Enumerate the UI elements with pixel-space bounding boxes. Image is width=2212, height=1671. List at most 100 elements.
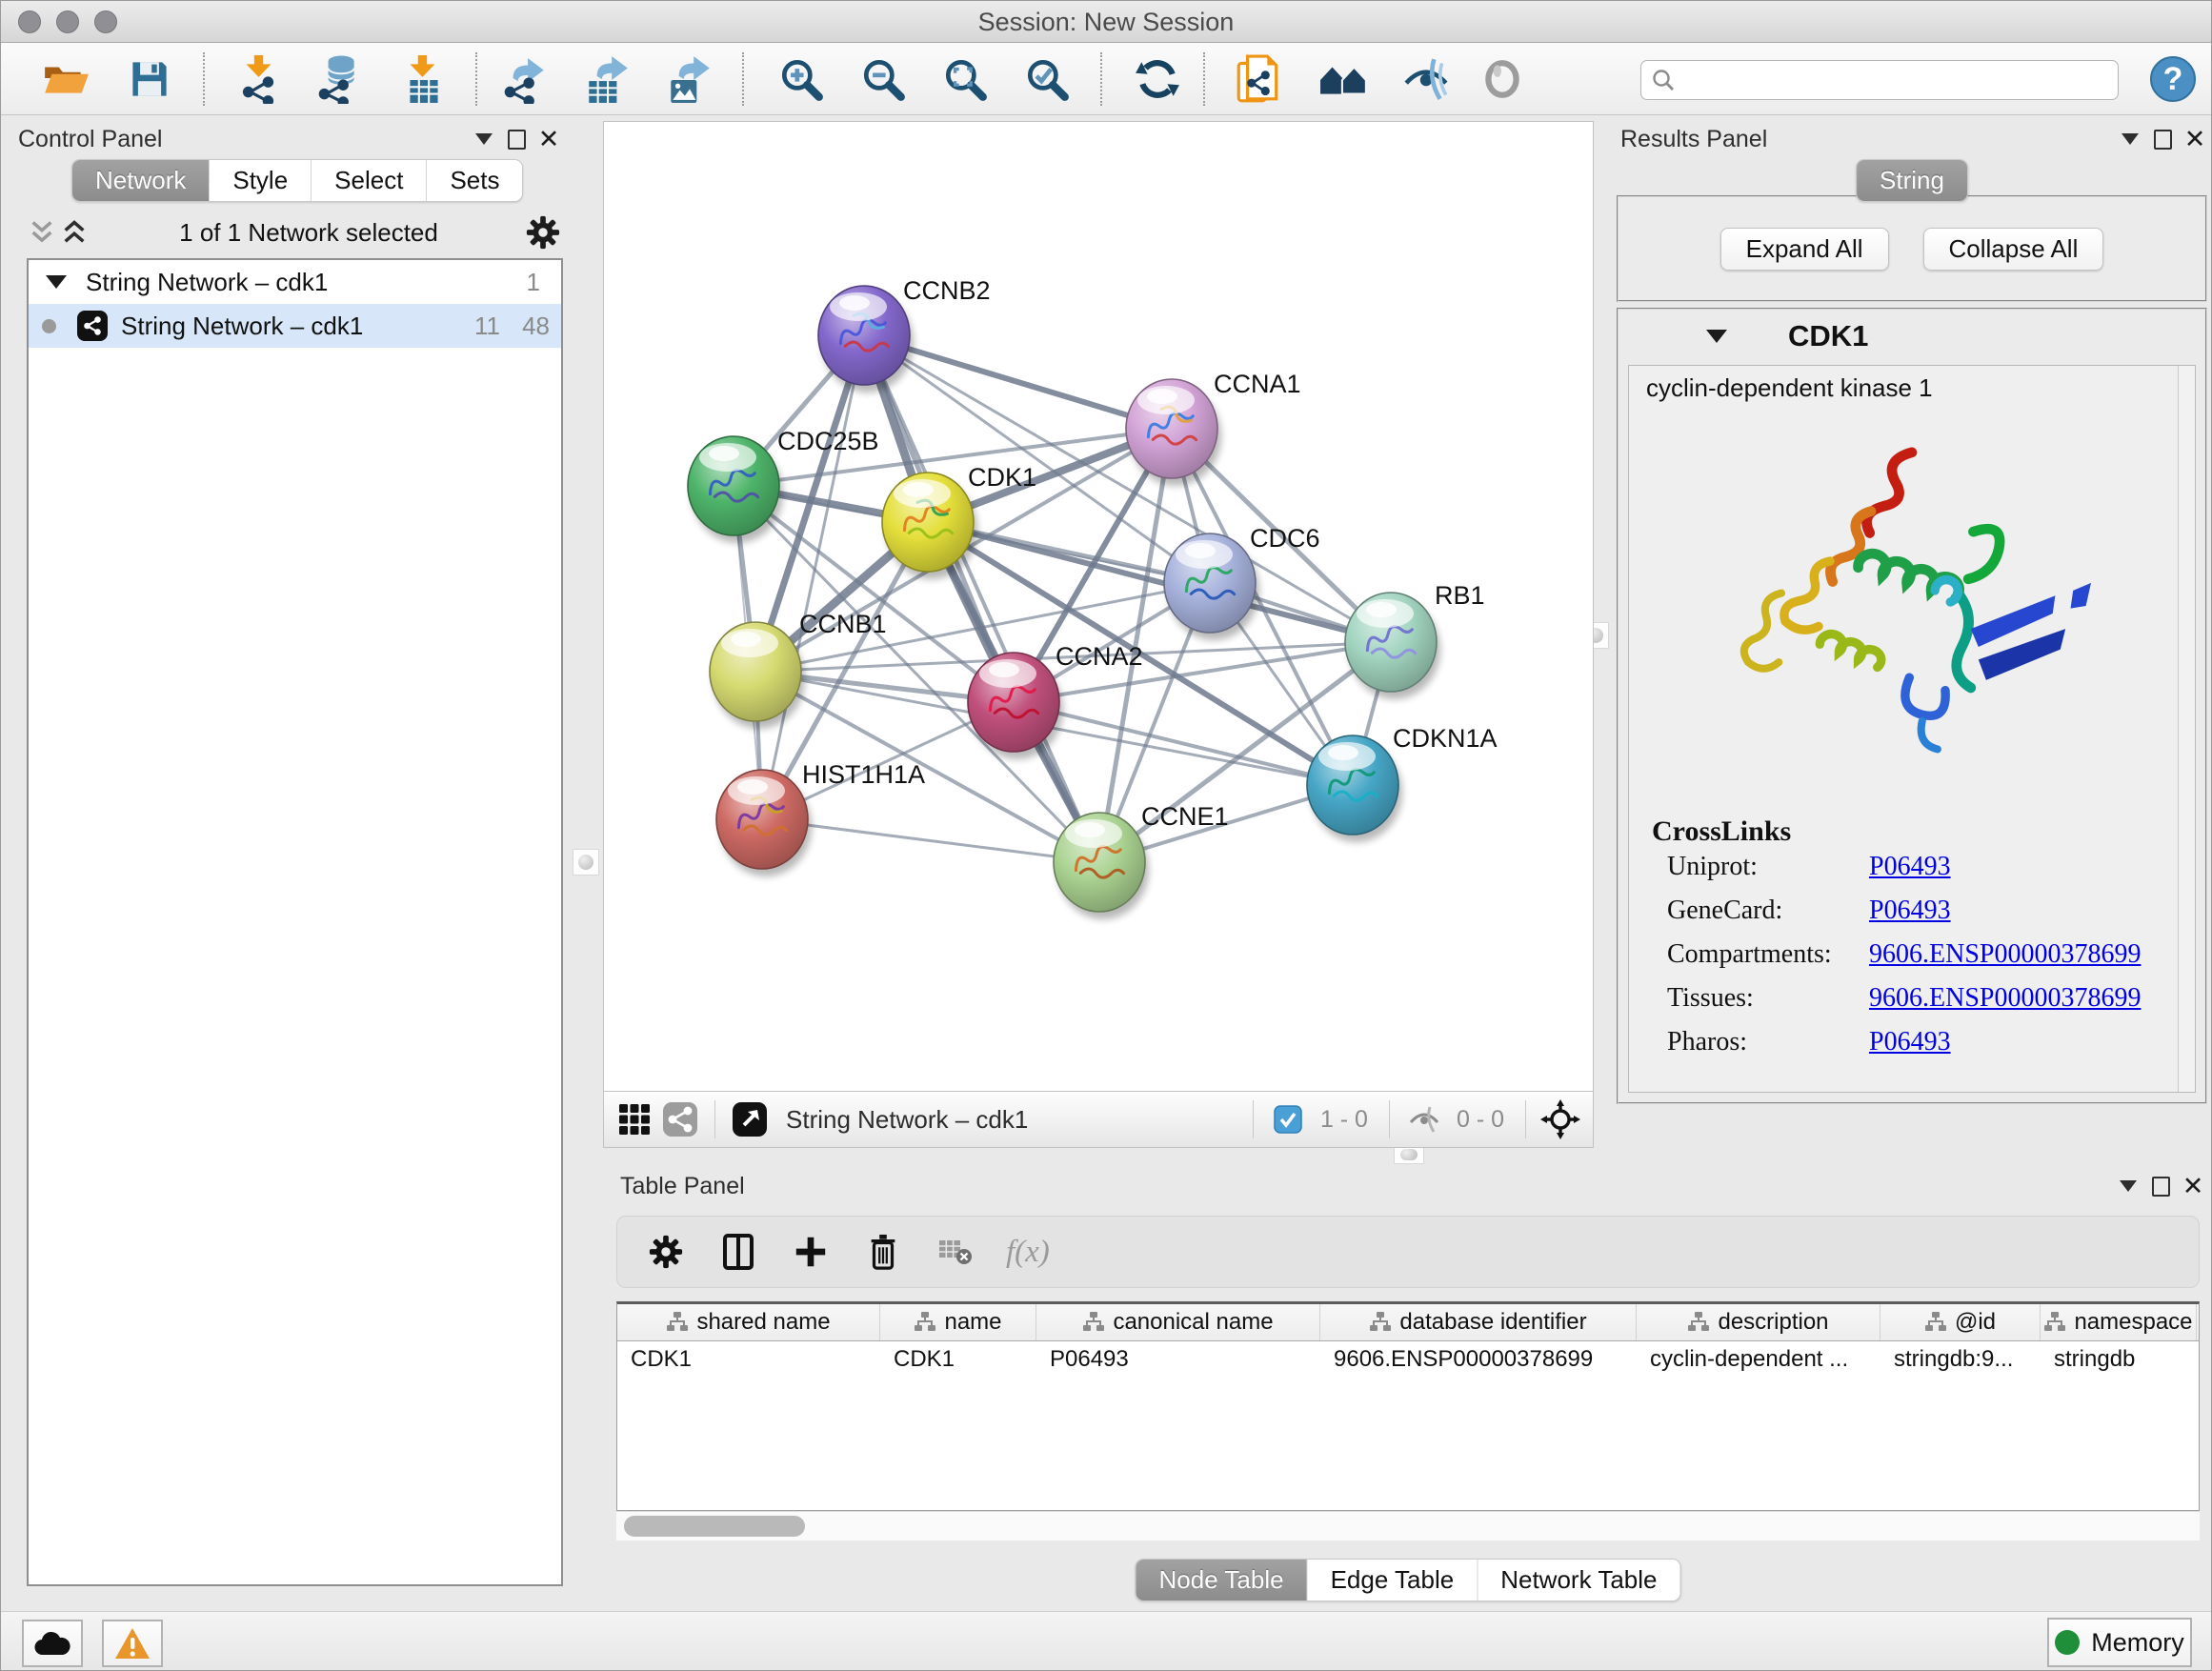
horizontal-splitter-handle[interactable] bbox=[1394, 1145, 1424, 1164]
memory-button[interactable]: Memory bbox=[2047, 1618, 2192, 1667]
results-panel-close-button[interactable]: ✕ bbox=[2179, 125, 2211, 153]
column-header-shared-name[interactable]: shared name bbox=[617, 1304, 880, 1340]
help-button[interactable]: ? bbox=[2146, 54, 2200, 104]
network-row[interactable]: String Network – cdk1 11 48 bbox=[29, 304, 561, 348]
column-header-namespace[interactable]: namespace bbox=[2041, 1304, 2197, 1340]
table-cell[interactable]: stringdb bbox=[2041, 1341, 2197, 1378]
show-all-button[interactable] bbox=[1476, 54, 1529, 104]
create-column-button[interactable] bbox=[789, 1230, 833, 1274]
vertical-splitter-handle[interactable] bbox=[573, 849, 599, 876]
results-panel-title: Results Panel bbox=[1620, 126, 2114, 153]
table-options-button[interactable] bbox=[644, 1230, 688, 1274]
refresh-button[interactable] bbox=[1131, 54, 1184, 104]
hide-selected-button[interactable] bbox=[1399, 54, 1453, 104]
column-header-canonical-name[interactable]: canonical name bbox=[1036, 1304, 1320, 1340]
zoom-selected-button[interactable] bbox=[1020, 54, 1074, 104]
share-document-button[interactable] bbox=[1232, 54, 1285, 104]
column-header-description[interactable]: description bbox=[1637, 1304, 1880, 1340]
tab-string[interactable]: String bbox=[1857, 160, 1967, 201]
results-scrollbar[interactable] bbox=[2178, 366, 2195, 1092]
collapse-all-button[interactable]: Collapse All bbox=[1923, 228, 2104, 271]
warning-icon bbox=[114, 1627, 151, 1660]
network-node-CDC6[interactable]: CDC6 bbox=[1164, 524, 1320, 640]
hidden-indicator-button[interactable] bbox=[1401, 1098, 1447, 1140]
table-panel-float-button[interactable] bbox=[2144, 1172, 2177, 1200]
tab-node-table[interactable]: Node Table bbox=[1136, 1560, 1308, 1601]
collection-expander-icon[interactable] bbox=[46, 275, 67, 289]
node-label: HIST1H1A bbox=[802, 760, 925, 789]
home-view-button[interactable] bbox=[1317, 54, 1371, 104]
zoom-out-icon bbox=[859, 55, 907, 103]
table-cell[interactable]: stringdb:9... bbox=[1880, 1341, 2041, 1378]
column-header-name[interactable]: name bbox=[880, 1304, 1036, 1340]
table-cell[interactable]: CDK1 bbox=[617, 1341, 880, 1378]
warnings-button[interactable] bbox=[102, 1620, 163, 1667]
entry-expander-icon[interactable] bbox=[1706, 330, 1727, 343]
cloud-status-button[interactable] bbox=[22, 1620, 83, 1667]
collapse-all-networks-button[interactable] bbox=[26, 218, 58, 247]
export-image-button[interactable] bbox=[662, 54, 715, 104]
tab-network-table[interactable]: Network Table bbox=[1478, 1560, 1679, 1601]
birds-eye-view-button[interactable] bbox=[727, 1098, 773, 1140]
import-table-button[interactable] bbox=[397, 54, 451, 104]
crosslink-link[interactable]: P06493 bbox=[1869, 1027, 1951, 1071]
tab-style[interactable]: Style bbox=[210, 160, 312, 201]
column-header-@id[interactable]: @id bbox=[1880, 1304, 2041, 1340]
table-cell[interactable]: 9606.ENSP00000378699 bbox=[1320, 1341, 1637, 1378]
function-builder-button[interactable]: f(x) bbox=[1006, 1230, 1050, 1274]
tab-sets[interactable]: Sets bbox=[427, 160, 522, 201]
tab-select[interactable]: Select bbox=[312, 160, 427, 201]
table-cell[interactable]: P06493 bbox=[1036, 1341, 1320, 1378]
string-view-button[interactable] bbox=[657, 1098, 703, 1140]
scrollbar-thumb[interactable] bbox=[624, 1516, 805, 1537]
expand-all-networks-button[interactable] bbox=[58, 218, 90, 247]
table-horizontal-scrollbar[interactable] bbox=[616, 1511, 2200, 1540]
delete-table-button[interactable] bbox=[934, 1230, 977, 1274]
table-panel-close-button[interactable]: ✕ bbox=[2177, 1172, 2209, 1200]
network-canvas[interactable]: CCNB2CCNA1CDC25BCDK1CDC6RB1CCNB1CCNA2CDK… bbox=[604, 122, 1593, 1092]
network-collection-row[interactable]: String Network – cdk1 1 bbox=[29, 260, 561, 304]
open-session-button[interactable] bbox=[39, 54, 92, 104]
zoom-out-button[interactable] bbox=[856, 54, 910, 104]
column-header-database-identifier[interactable]: database identifier bbox=[1320, 1304, 1637, 1340]
network-edge[interactable] bbox=[762, 819, 1099, 862]
save-session-button[interactable] bbox=[123, 54, 176, 104]
tab-network[interactable]: Network bbox=[72, 160, 210, 201]
control-panel-float-button[interactable] bbox=[500, 125, 533, 153]
network-node-CCNB1[interactable]: CCNB1 bbox=[710, 610, 887, 729]
table-cell[interactable]: cyclin-dependent ... bbox=[1637, 1341, 1880, 1378]
table-panel-menu-button[interactable] bbox=[2112, 1172, 2144, 1200]
table-row[interactable]: CDK1CDK1P064939606.ENSP00000378699cyclin… bbox=[617, 1341, 2199, 1378]
delete-column-button[interactable] bbox=[861, 1230, 905, 1274]
crosslink-link[interactable]: 9606.ENSP00000378699 bbox=[1869, 983, 2141, 1027]
expand-all-button[interactable]: Expand All bbox=[1720, 228, 1889, 271]
network-node-CCNB2[interactable]: CCNB2 bbox=[818, 276, 991, 393]
control-panel-menu-button[interactable] bbox=[468, 125, 500, 153]
network-node-HIST1H1A[interactable]: HIST1H1A bbox=[716, 760, 925, 876]
table-cell[interactable]: CDK1 bbox=[880, 1341, 1036, 1378]
zoom-in-button[interactable] bbox=[774, 54, 828, 104]
network-node-RB1[interactable]: RB1 bbox=[1345, 581, 1485, 699]
selected-indicator-checkbox[interactable] bbox=[1265, 1098, 1311, 1140]
export-network-button[interactable] bbox=[498, 54, 552, 104]
show-columns-button[interactable] bbox=[716, 1230, 760, 1274]
results-panel-menu-button[interactable] bbox=[2114, 125, 2146, 153]
network-options-button[interactable] bbox=[527, 218, 559, 247]
grid-view-button[interactable] bbox=[612, 1098, 657, 1140]
results-panel-float-button[interactable] bbox=[2146, 125, 2179, 153]
fit-content-button[interactable] bbox=[1538, 1098, 1583, 1140]
control-panel-close-button[interactable]: ✕ bbox=[533, 125, 565, 153]
network-node-CDKN1A[interactable]: CDKN1A bbox=[1307, 724, 1498, 842]
network-node-CCNA2[interactable]: CCNA2 bbox=[968, 642, 1143, 759]
search-input[interactable] bbox=[1676, 65, 2118, 95]
import-database-button[interactable] bbox=[312, 54, 365, 104]
network-node-CCNE1[interactable]: CCNE1 bbox=[1054, 802, 1229, 919]
tab-edge-table[interactable]: Edge Table bbox=[1308, 1560, 1478, 1601]
import-network-button[interactable] bbox=[231, 54, 285, 104]
network-edge[interactable] bbox=[762, 335, 864, 819]
zoom-fit-button[interactable] bbox=[938, 54, 992, 104]
crosslink-link[interactable]: 9606.ENSP00000378699 bbox=[1869, 939, 2141, 983]
crosslink-link[interactable]: P06493 bbox=[1869, 852, 1951, 896]
export-table-button[interactable] bbox=[580, 54, 633, 104]
crosslink-link[interactable]: P06493 bbox=[1869, 896, 1951, 939]
